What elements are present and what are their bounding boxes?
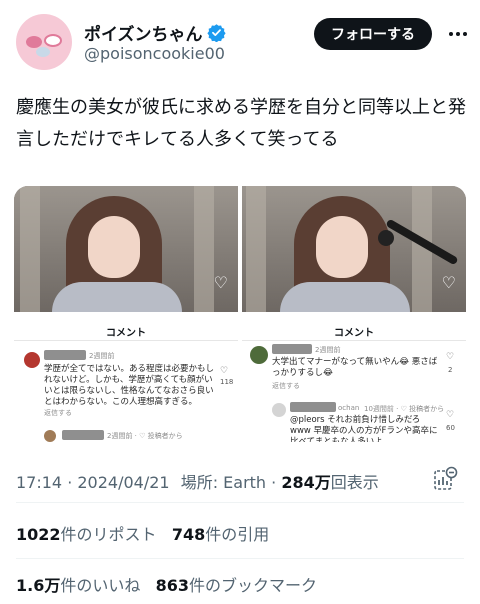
divider — [16, 502, 464, 503]
redacted-username — [290, 402, 336, 412]
comment-like-count: 118 — [220, 378, 234, 386]
media-image-left[interactable]: ♡ コメント 2週間前 学歴が全てではない。ある程度は必要かもしれないけど。しか… — [14, 186, 238, 442]
comment-like-icon[interactable]: ♡ — [446, 352, 454, 362]
comment-reply-link[interactable]: 返信する — [272, 381, 300, 391]
comment-like-icon[interactable]: ♡ — [446, 410, 454, 420]
photo-heart-icon: ♡ — [441, 273, 456, 292]
tweet-text: 慶應生の美女が彼氏に求める学歴を自分と同等以上と発言しただけでキレてる人多くて笑… — [16, 97, 466, 150]
comment-like-icon[interactable]: ♡ — [220, 366, 228, 376]
tweet-date[interactable]: 2024/04/21 — [77, 473, 169, 492]
divider — [242, 340, 466, 341]
tweet-media[interactable]: ♡ コメント 2週間前 学歴が全てではない。ある程度は必要かもしれないけど。しか… — [14, 186, 466, 442]
divider — [16, 558, 464, 559]
separator-dot: · — [67, 473, 78, 492]
tweet-timestamp-row: 17:14 · 2024/04/21 場所: Earth · 284万回表示 — [16, 469, 379, 493]
comment-header: コメント — [106, 328, 146, 339]
redacted-username — [272, 344, 312, 354]
photo-right: ♡ — [242, 186, 466, 312]
comment-meta: 2週間前 — [89, 352, 115, 360]
comment-username: ochan — [338, 404, 360, 412]
media-image-right[interactable]: ♡ コメント 2週間前 大学出てマナーがなって無いやん😂 悪さばっかりするし😂 … — [242, 186, 466, 442]
comment-meta: 2週間前 · ♡ 投稿者から — [107, 432, 183, 440]
view-count: 284万 — [281, 473, 331, 492]
comment-meta: 2週間前 — [315, 346, 341, 354]
redacted-username — [44, 350, 86, 360]
redacted-username — [62, 430, 104, 440]
comment-header: コメント — [334, 328, 374, 339]
comment-text: 大学出てマナーがなって無いやん😂 悪さばっかりするし😂 — [272, 357, 438, 378]
photo-heart-icon: ♡ — [213, 273, 228, 292]
view-label: 回表示 — [330, 473, 379, 492]
comment-text: 学歴が全てではない。ある程度は必要かもしれないけど。しかも、学歴が高くても顔がい… — [44, 364, 215, 407]
tweet-time[interactable]: 17:14 — [16, 473, 62, 492]
follow-button[interactable]: フォローする — [314, 18, 432, 50]
commenter-avatar — [24, 352, 40, 368]
bookmark-count: 863件のブックマーク — [155, 576, 318, 595]
avatar-decoration — [36, 47, 50, 57]
like-stats-row: 1.6万件のいいね 863件のブックマーク — [16, 572, 317, 596]
divider — [14, 340, 238, 341]
more-options-icon[interactable] — [446, 22, 470, 46]
handle[interactable]: @poisoncookie00 — [84, 44, 225, 63]
comment-meta: 10週間前 · ♡ 投稿者から — [364, 405, 445, 413]
analytics-icon[interactable] — [432, 466, 458, 492]
photo-left: ♡ — [14, 186, 238, 312]
avatar[interactable] — [16, 14, 72, 70]
repost-stats-row: 1022件のリポスト 748件の引用 — [16, 521, 269, 545]
comment-like-count: 2 — [448, 366, 453, 374]
repost-count-link[interactable]: 1022件のリポスト — [16, 525, 157, 544]
comment-text: @pleors それお前負け惜しみだろ www 早慶卒の人の方がFランや高卒に比… — [290, 415, 438, 442]
like-count-link[interactable]: 1.6万件のいいね — [16, 576, 140, 595]
separator-dot: · — [271, 473, 282, 492]
tweet-header: ポイズンちゃん @poisoncookie00 フォローする — [0, 0, 480, 84]
name-row: ポイズンちゃん — [84, 20, 226, 45]
verified-badge-icon — [206, 24, 226, 42]
tweet-location: 場所: Earth — [180, 473, 267, 492]
display-name[interactable]: ポイズンちゃん — [84, 20, 203, 45]
quote-count-link[interactable]: 748件の引用 — [172, 525, 269, 544]
comment-reply-link[interactable]: 返信する — [44, 408, 72, 418]
commenter-avatar — [44, 430, 56, 442]
commenter-avatar — [250, 346, 268, 364]
avatar-decoration — [26, 36, 42, 48]
avatar-decoration — [44, 34, 62, 47]
commenter-avatar — [272, 403, 286, 417]
comment-like-count: 60 — [446, 424, 455, 432]
